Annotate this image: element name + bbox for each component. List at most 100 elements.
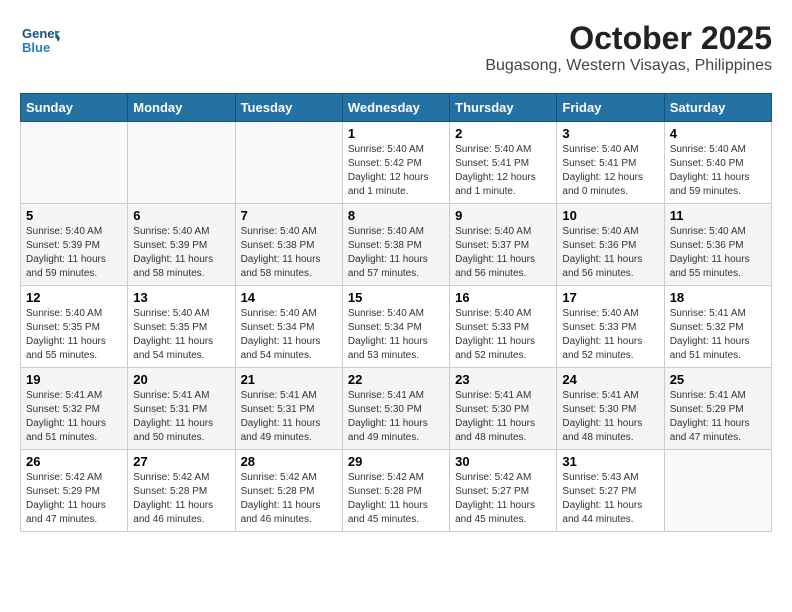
calendar-cell (235, 122, 342, 204)
calendar-cell: 17 Sunrise: 5:40 AM Sunset: 5:33 PM Dayli… (557, 286, 664, 368)
calendar-cell: 25 Sunrise: 5:41 AM Sunset: 5:29 PM Dayli… (664, 368, 771, 450)
day-info: Sunrise: 5:41 AM Sunset: 5:32 PM Dayligh… (670, 307, 766, 363)
calendar-cell: 26 Sunrise: 5:42 AM Sunset: 5:29 PM Dayli… (21, 450, 128, 532)
calendar-cell: 30 Sunrise: 5:42 AM Sunset: 5:27 PM Dayli… (450, 450, 557, 532)
day-number: 25 (670, 372, 766, 387)
day-number: 29 (348, 454, 444, 469)
day-number: 10 (562, 208, 658, 223)
calendar-cell: 15 Sunrise: 5:40 AM Sunset: 5:34 PM Dayli… (342, 286, 449, 368)
day-number: 26 (26, 454, 122, 469)
day-info: Sunrise: 5:41 AM Sunset: 5:30 PM Dayligh… (348, 389, 444, 445)
logo: General Blue (20, 20, 60, 65)
calendar-cell: 29Sunrise: 5:42 AM Sunset: 5:28 PM Dayli… (342, 450, 449, 532)
weekday-header-thursday: Thursday (450, 94, 557, 122)
day-number: 24 (562, 372, 658, 387)
calendar-cell: 6 Sunrise: 5:40 AM Sunset: 5:39 PM Daylig… (128, 204, 235, 286)
calendar-cell: 7Sunrise: 5:40 AM Sunset: 5:38 PM Daylig… (235, 204, 342, 286)
day-number: 4 (670, 126, 766, 141)
day-info: Sunrise: 5:41 AM Sunset: 5:31 PM Dayligh… (133, 389, 229, 445)
calendar-cell: 8 Sunrise: 5:40 AM Sunset: 5:38 PM Daylig… (342, 204, 449, 286)
calendar-cell: 1Sunrise: 5:40 AM Sunset: 5:42 PM Daylig… (342, 122, 449, 204)
day-number: 20 (133, 372, 229, 387)
day-info: Sunrise: 5:41 AM Sunset: 5:32 PM Dayligh… (26, 389, 122, 445)
svg-text:Blue: Blue (22, 40, 50, 55)
day-info: Sunrise: 5:40 AM Sunset: 5:36 PM Dayligh… (562, 225, 658, 281)
calendar-cell: 23 Sunrise: 5:41 AM Sunset: 5:30 PM Dayli… (450, 368, 557, 450)
day-info: Sunrise: 5:41 AM Sunset: 5:29 PM Dayligh… (670, 389, 766, 445)
calendar-cell: 11Sunrise: 5:40 AM Sunset: 5:36 PM Dayli… (664, 204, 771, 286)
day-info: Sunrise: 5:40 AM Sunset: 5:34 PM Dayligh… (241, 307, 337, 363)
calendar-table: SundayMondayTuesdayWednesdayThursdayFrid… (20, 93, 772, 532)
calendar-cell: 3 Sunrise: 5:40 AM Sunset: 5:41 PM Daylig… (557, 122, 664, 204)
day-info: Sunrise: 5:42 AM Sunset: 5:28 PM Dayligh… (241, 471, 337, 527)
day-number: 22 (348, 372, 444, 387)
calendar-cell: 2 Sunrise: 5:40 AM Sunset: 5:41 PM Daylig… (450, 122, 557, 204)
day-number: 17 (562, 290, 658, 305)
day-number: 13 (133, 290, 229, 305)
day-info: Sunrise: 5:40 AM Sunset: 5:38 PM Dayligh… (348, 225, 444, 281)
weekday-header-saturday: Saturday (664, 94, 771, 122)
day-info: Sunrise: 5:42 AM Sunset: 5:28 PM Dayligh… (133, 471, 229, 527)
day-number: 8 (348, 208, 444, 223)
day-info: Sunrise: 5:40 AM Sunset: 5:36 PM Dayligh… (670, 225, 766, 281)
day-number: 28 (241, 454, 337, 469)
day-number: 23 (455, 372, 551, 387)
calendar-cell: 18 Sunrise: 5:41 AM Sunset: 5:32 PM Dayli… (664, 286, 771, 368)
day-info: Sunrise: 5:41 AM Sunset: 5:30 PM Dayligh… (455, 389, 551, 445)
day-number: 15 (348, 290, 444, 305)
location-title: Bugasong, Western Visayas, Philippines (485, 57, 772, 75)
day-number: 27 (133, 454, 229, 469)
day-number: 18 (670, 290, 766, 305)
day-info: Sunrise: 5:40 AM Sunset: 5:40 PM Dayligh… (670, 143, 766, 199)
day-info: Sunrise: 5:40 AM Sunset: 5:39 PM Dayligh… (26, 225, 122, 281)
month-title: October 2025 (485, 20, 772, 57)
day-info: Sunrise: 5:42 AM Sunset: 5:29 PM Dayligh… (26, 471, 122, 527)
calendar-cell: 16Sunrise: 5:40 AM Sunset: 5:33 PM Dayli… (450, 286, 557, 368)
svg-text:General: General (22, 26, 60, 41)
calendar-cell: 24 Sunrise: 5:41 AM Sunset: 5:30 PM Dayli… (557, 368, 664, 450)
day-number: 12 (26, 290, 122, 305)
calendar-cell: 4 Sunrise: 5:40 AM Sunset: 5:40 PM Daylig… (664, 122, 771, 204)
day-info: Sunrise: 5:41 AM Sunset: 5:30 PM Dayligh… (562, 389, 658, 445)
day-info: Sunrise: 5:40 AM Sunset: 5:37 PM Dayligh… (455, 225, 551, 281)
day-info: Sunrise: 5:40 AM Sunset: 5:39 PM Dayligh… (133, 225, 229, 281)
day-number: 3 (562, 126, 658, 141)
calendar-cell: 9 Sunrise: 5:40 AM Sunset: 5:37 PM Daylig… (450, 204, 557, 286)
day-number: 9 (455, 208, 551, 223)
weekday-header-wednesday: Wednesday (342, 94, 449, 122)
day-info: Sunrise: 5:43 AM Sunset: 5:27 PM Dayligh… (562, 471, 658, 527)
weekday-header-friday: Friday (557, 94, 664, 122)
weekday-header-tuesday: Tuesday (235, 94, 342, 122)
calendar-cell (21, 122, 128, 204)
calendar-cell: 12 Sunrise: 5:40 AM Sunset: 5:35 PM Dayli… (21, 286, 128, 368)
day-number: 6 (133, 208, 229, 223)
day-info: Sunrise: 5:40 AM Sunset: 5:33 PM Dayligh… (455, 307, 551, 363)
day-number: 21 (241, 372, 337, 387)
day-info: Sunrise: 5:40 AM Sunset: 5:41 PM Dayligh… (455, 143, 551, 199)
title-section: October 2025 Bugasong, Western Visayas, … (485, 20, 772, 75)
day-number: 2 (455, 126, 551, 141)
calendar-cell: 10 Sunrise: 5:40 AM Sunset: 5:36 PM Dayli… (557, 204, 664, 286)
day-info: Sunrise: 5:40 AM Sunset: 5:33 PM Dayligh… (562, 307, 658, 363)
calendar-cell: 19Sunrise: 5:41 AM Sunset: 5:32 PM Dayli… (21, 368, 128, 450)
day-info: Sunrise: 5:42 AM Sunset: 5:27 PM Dayligh… (455, 471, 551, 527)
calendar-cell: 13Sunrise: 5:40 AM Sunset: 5:35 PM Dayli… (128, 286, 235, 368)
day-info: Sunrise: 5:40 AM Sunset: 5:34 PM Dayligh… (348, 307, 444, 363)
logo-icon: General Blue (20, 20, 60, 60)
calendar-cell: 14 Sunrise: 5:40 AM Sunset: 5:34 PM Dayli… (235, 286, 342, 368)
calendar-cell: 21 Sunrise: 5:41 AM Sunset: 5:31 PM Dayli… (235, 368, 342, 450)
day-info: Sunrise: 5:41 AM Sunset: 5:31 PM Dayligh… (241, 389, 337, 445)
calendar-cell: 20 Sunrise: 5:41 AM Sunset: 5:31 PM Dayli… (128, 368, 235, 450)
day-number: 5 (26, 208, 122, 223)
calendar-cell: 22 Sunrise: 5:41 AM Sunset: 5:30 PM Dayli… (342, 368, 449, 450)
day-number: 14 (241, 290, 337, 305)
calendar-cell (128, 122, 235, 204)
day-info: Sunrise: 5:40 AM Sunset: 5:41 PM Dayligh… (562, 143, 658, 199)
day-number: 1 (348, 126, 444, 141)
weekday-header-monday: Monday (128, 94, 235, 122)
calendar-cell: 28 Sunrise: 5:42 AM Sunset: 5:28 PM Dayli… (235, 450, 342, 532)
day-number: 30 (455, 454, 551, 469)
calendar-cell: 27 Sunrise: 5:42 AM Sunset: 5:28 PM Dayli… (128, 450, 235, 532)
weekday-header-sunday: Sunday (21, 94, 128, 122)
day-info: Sunrise: 5:40 AM Sunset: 5:35 PM Dayligh… (26, 307, 122, 363)
